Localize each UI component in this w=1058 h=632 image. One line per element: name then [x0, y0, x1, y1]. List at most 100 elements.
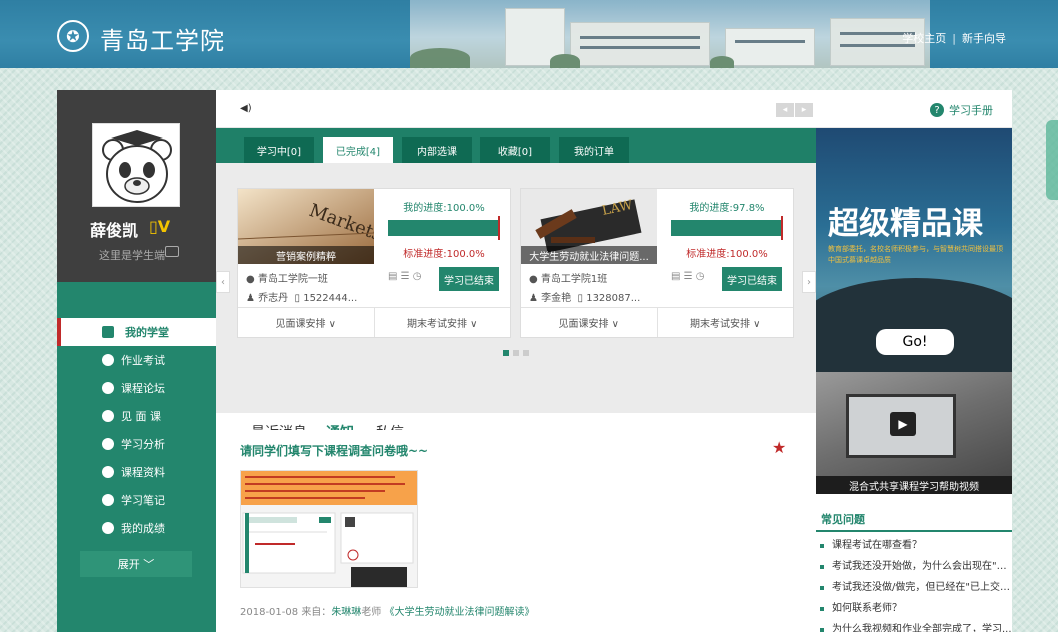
standard-progress-marker — [498, 216, 500, 240]
question-icon: ? — [930, 103, 944, 117]
course-card[interactable]: LAW 大学生劳动就业法律问题... 我的进度:97.8% 标准进度:100.0… — [520, 188, 794, 338]
notice-course[interactable]: 《大学生劳动就业法律问题解读》 — [385, 607, 535, 618]
notice-from-label: 来自： — [301, 607, 332, 618]
notice-title[interactable]: 请同学们填写下课程调查问卷哦~~ — [240, 442, 428, 459]
tab-favorites[interactable]: 收藏[0] — [480, 137, 550, 163]
tab-completed[interactable]: 已完成[4] — [323, 137, 393, 163]
final-exam-dropdown[interactable]: 期末考试安排 ∨ — [373, 308, 511, 337]
faq-divider — [816, 530, 1012, 532]
course-area: 学习中[0] 已完成[4] 内部选课 收藏[0] 我的订单 ‹ › Market… — [216, 128, 816, 462]
sidebar-item-label: 我的学堂 — [125, 326, 169, 339]
carousel-dots — [503, 350, 529, 356]
faq-item[interactable]: 为什么我视频和作业全部完成了，学习... — [816, 619, 1012, 632]
faq-item[interactable]: 考试我还没开始做，为什么会出现在"已... — [816, 556, 1012, 577]
notice-image[interactable] — [240, 470, 418, 588]
handbook-label: 学习手册 — [949, 104, 993, 117]
sidebar-item-forum[interactable]: 课程论坛 — [57, 374, 216, 402]
faq-item[interactable]: 如何联系老师？ — [816, 598, 1012, 619]
study-finished-button[interactable]: 学习已结束 — [439, 267, 499, 291]
sidebar-item-my-classroom[interactable]: 我的学堂 — [57, 318, 216, 346]
notice-teacher[interactable]: 朱琳琳 — [331, 607, 361, 618]
notice-meta: 2018-01-08 来自：朱琳琳老师 《大学生劳动就业法律问题解读》 — [240, 603, 535, 618]
meeting-icon — [102, 410, 114, 422]
pager-next-button[interactable]: ▸ — [795, 103, 813, 117]
sidebar-item-meeting-class[interactable]: 见 面 课 — [57, 402, 216, 430]
progress-fill — [671, 220, 781, 236]
banner-mountain — [816, 278, 1012, 372]
faq-item[interactable]: 课程考试在哪查看？ — [816, 535, 1012, 556]
chart-icon — [102, 438, 114, 450]
meeting-schedule-dropdown[interactable]: 见面课安排 ∨ — [521, 308, 657, 337]
pager-prev-button[interactable]: ◂ — [776, 103, 794, 117]
sidebar-item-label: 见 面 课 — [121, 410, 161, 423]
notice-item: 请同学们填写下课程调查问卷哦~~ ★ 2018-01-08 来自：朱琳琳老师 《… — [216, 430, 816, 632]
carousel-prev-button[interactable]: ‹ — [216, 271, 230, 293]
school-home-link[interactable]: 学校主页 — [902, 32, 946, 45]
star-icon[interactable]: ★ — [772, 438, 786, 457]
teacher-info: ♟ 乔志丹 ▯ 1522444... — [246, 293, 358, 304]
carousel-dot[interactable] — [513, 350, 519, 356]
tab-internal[interactable]: 内部选课 — [402, 137, 472, 163]
faq-title: 常见问题 — [821, 513, 865, 526]
speaker-icon: ◀) — [240, 103, 252, 114]
final-exam-dropdown[interactable]: 期末考试安排 ∨ — [656, 308, 794, 337]
site-header: ✪ 青岛工学院 学校主页 | 新手向导 — [0, 0, 1058, 68]
school-name-logo[interactable]: 青岛工学院 — [100, 21, 225, 56]
course-thumbnail[interactable]: LAW 大学生劳动就业法律问题... — [521, 189, 657, 264]
study-finished-button[interactable]: 学习已结束 — [722, 267, 782, 291]
document-icon[interactable]: ▤ — [388, 271, 397, 282]
avatar[interactable] — [92, 123, 180, 207]
banner-go-button[interactable]: Go! — [876, 329, 954, 355]
course-title: 营销案例精粹 — [238, 246, 374, 264]
switch-role-icon[interactable] — [165, 246, 179, 257]
carousel-next-button[interactable]: › — [802, 271, 816, 293]
newbie-guide-link[interactable]: 新手向导 — [962, 32, 1006, 45]
list-icon[interactable]: ☰ — [684, 271, 693, 282]
document-icon[interactable]: ▤ — [671, 271, 680, 282]
progress-block: 我的进度:100.0% 标准进度:100.0% — [388, 199, 500, 260]
link-separator: | — [952, 32, 956, 45]
premium-course-banner[interactable]: 超级精品课 教育部委托，名校名师积极参与，与智慧树共同搭设最顶中国式慕课卓越品质… — [816, 128, 1012, 372]
course-thumbnail[interactable]: Markets 营销案例精粹 — [238, 189, 374, 264]
card-footer: 见面课安排 ∨ 期末考试安排 ∨ — [521, 307, 793, 337]
sidebar-item-label: 学习分析 — [121, 438, 165, 451]
banner-title: 超级精品课 — [828, 206, 983, 242]
class-name: ● 青岛工学院1班 — [529, 274, 608, 285]
my-progress-label: 我的进度:97.8% — [689, 203, 765, 214]
standard-progress-marker — [781, 216, 783, 240]
teacher-name: 乔志丹 — [258, 293, 289, 304]
sidebar-item-label: 学习笔记 — [121, 494, 165, 507]
teacher-info: ♟ 李金艳 ▯ 1328087... — [529, 293, 641, 304]
sidebar-item-grades[interactable]: 我的成绩 — [57, 514, 216, 542]
home-icon — [102, 326, 114, 338]
tab-orders[interactable]: 我的订单 — [559, 137, 629, 163]
card-footer: 见面课安排 ∨ 期末考试安排 ∨ — [238, 307, 510, 337]
class-name-text: 青岛工学院1班 — [540, 274, 608, 285]
meeting-schedule-dropdown[interactable]: 见面课安排 ∨ — [238, 308, 374, 337]
clock-icon[interactable]: ◷ — [413, 271, 422, 282]
study-handbook-link[interactable]: ? 学习手册 — [930, 102, 993, 118]
sidebar-item-analysis[interactable]: 学习分析 — [57, 430, 216, 458]
sidebar-item-materials[interactable]: 课程资料 — [57, 458, 216, 486]
course-card[interactable]: Markets 营销案例精粹 我的进度:100.0% 标准进度:100.0% ●… — [237, 188, 511, 338]
faq-list: 课程考试在哪查看？ 考试我还没开始做，为什么会出现在"已... 考试我还没做/做… — [816, 535, 1012, 632]
carousel-dot[interactable] — [523, 350, 529, 356]
list-icon[interactable]: ☰ — [401, 271, 410, 282]
notice-date: 2018-01-08 — [240, 607, 299, 618]
school-seal-icon[interactable]: ✪ — [57, 20, 89, 52]
tab-studying[interactable]: 学习中[0] — [244, 137, 314, 163]
sidebar-item-homework-exam[interactable]: 作业考试 — [57, 346, 216, 374]
sidebar-item-notes[interactable]: 学习笔记 — [57, 486, 216, 514]
floating-side-tab[interactable] — [1046, 120, 1058, 200]
user-role-text: 这里是学生端 — [99, 249, 165, 262]
expand-menu-button[interactable]: 展开 ﹀ — [80, 551, 192, 577]
progress-bar — [671, 216, 783, 240]
play-icon[interactable]: ▶ — [890, 412, 916, 436]
carousel-dot-active[interactable] — [503, 350, 509, 356]
help-video[interactable]: ▶ 混合式共享课程学习帮助视频 — [816, 372, 1012, 494]
faq-item[interactable]: 考试我还没做/做完，但已经在"已上交"... — [816, 577, 1012, 598]
top-links: 学校主页 | 新手向导 — [902, 30, 1006, 46]
announcement-bar: ◀) ◂ ▸ ? 学习手册 — [216, 90, 1012, 128]
sidebar-item-label: 我的成绩 — [121, 522, 165, 535]
clock-icon[interactable]: ◷ — [696, 271, 705, 282]
